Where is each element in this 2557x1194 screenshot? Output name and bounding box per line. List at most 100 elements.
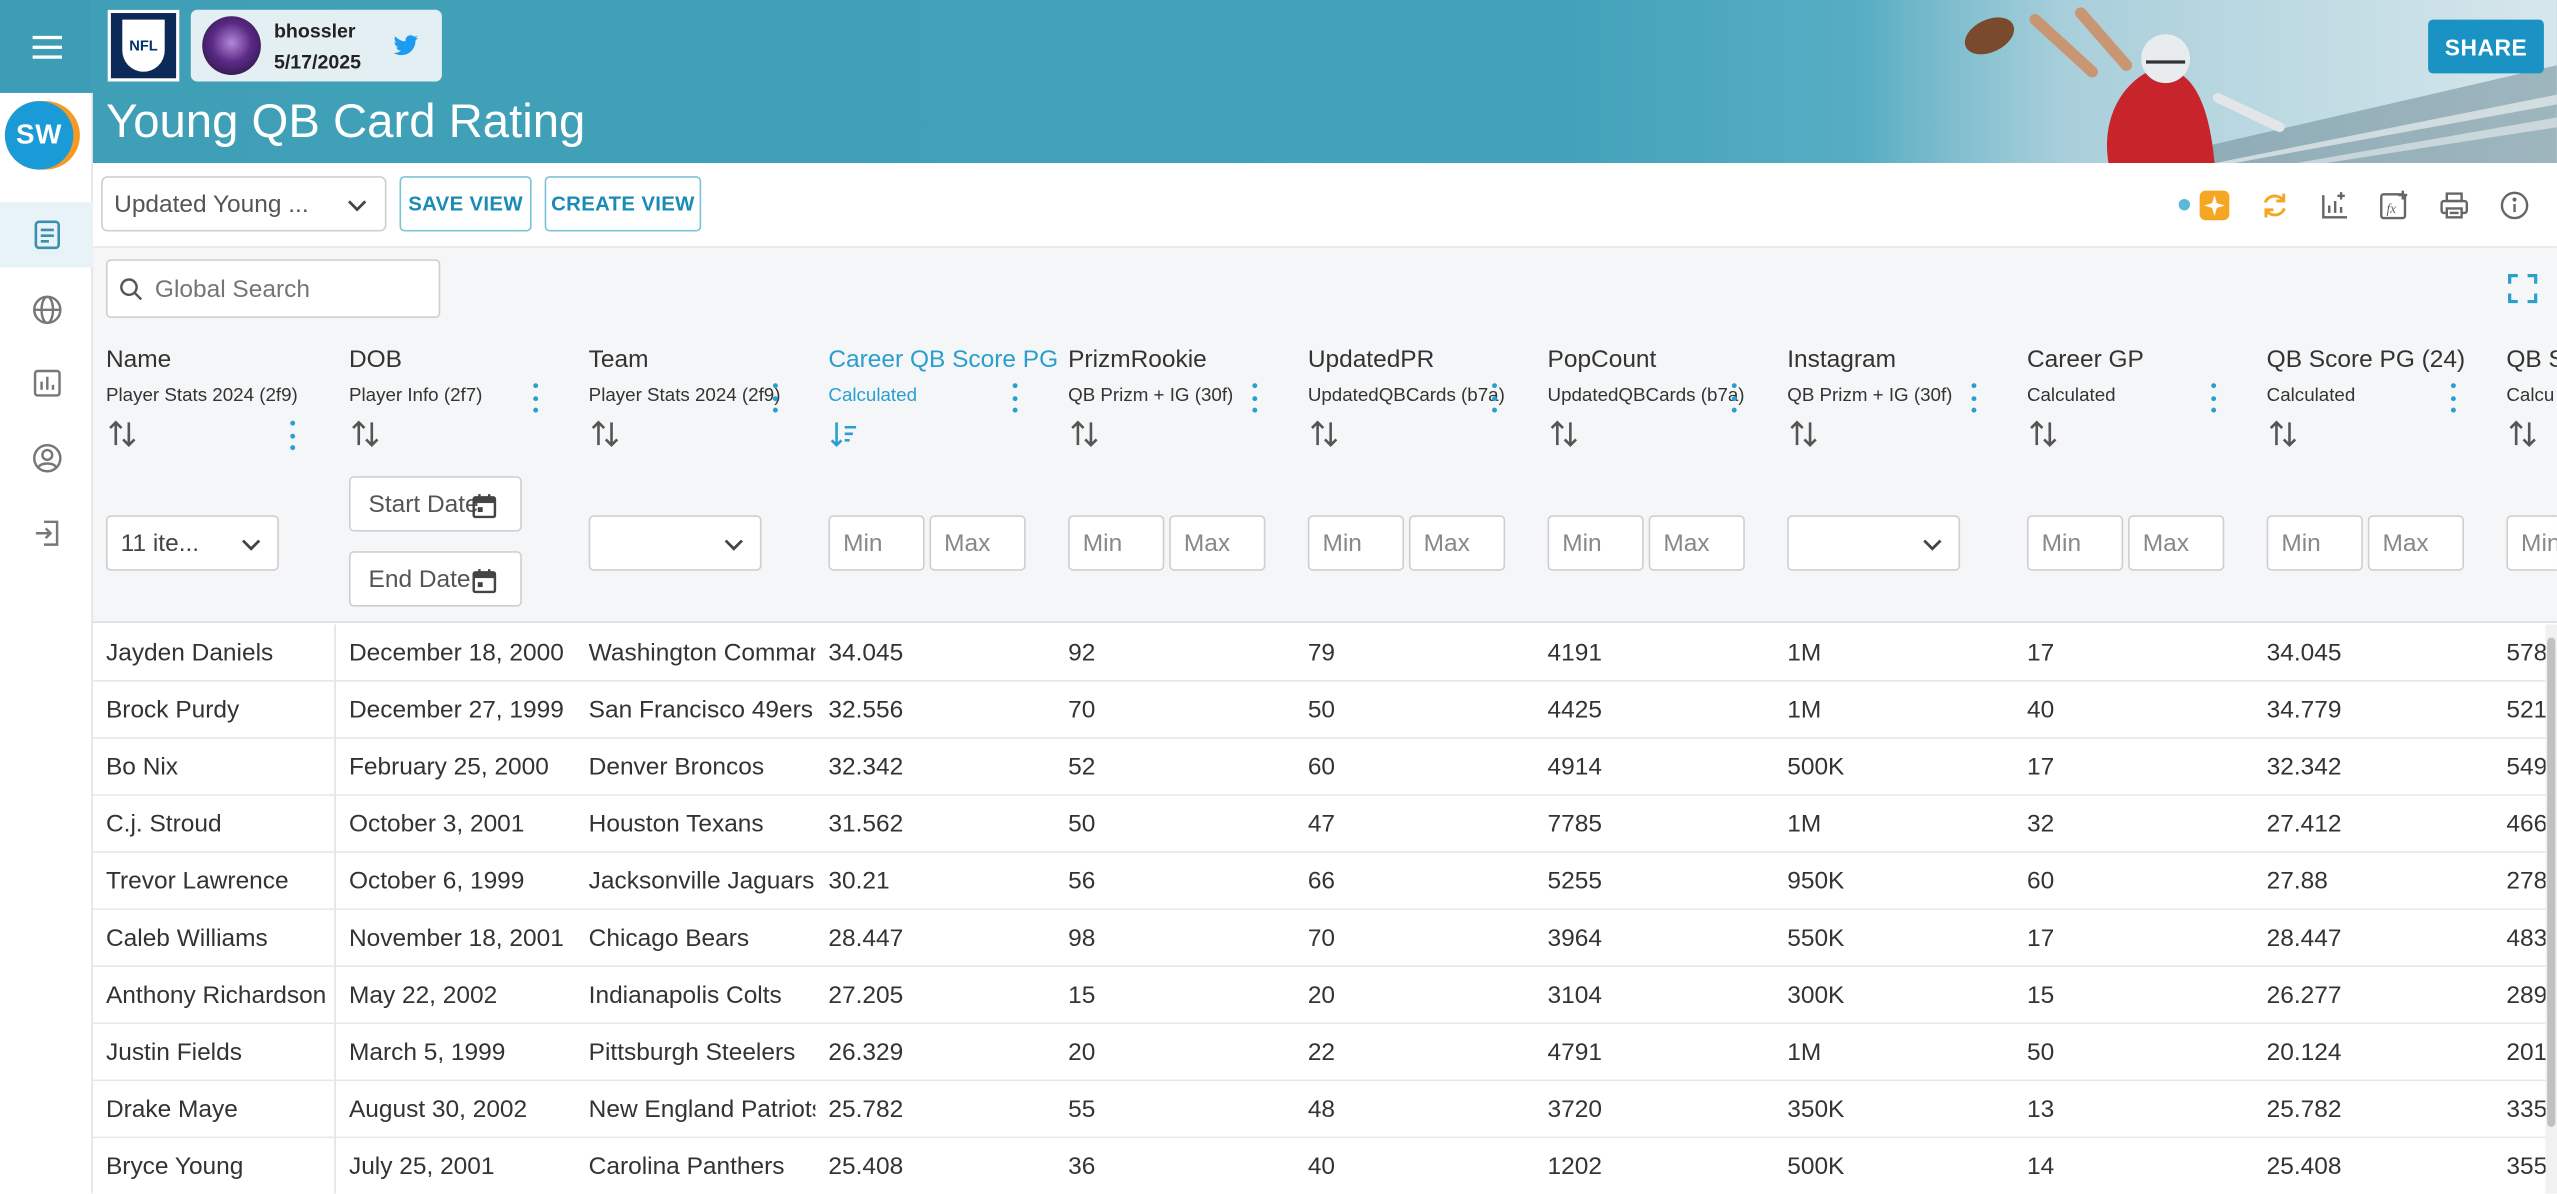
sort-icon[interactable] — [2267, 417, 2300, 450]
table-row[interactable]: Caleb Williams November 18, 2001 Chicago B… — [92, 910, 2546, 968]
team-filter-select[interactable] — [588, 515, 762, 571]
column-title[interactable]: Career GP — [2027, 346, 2144, 374]
user-card[interactable]: bhossler 5/17/2025 — [190, 9, 442, 82]
chevron-down-icon — [241, 539, 261, 551]
column-title[interactable]: UpdatedPR — [1308, 346, 1434, 374]
sort-icon[interactable] — [106, 417, 139, 450]
view-select[interactable]: Updated Young ... — [101, 176, 387, 232]
sort-icon[interactable] — [2506, 417, 2539, 450]
column-title[interactable]: Career QB Score PG — [828, 346, 1058, 374]
app-logo[interactable]: SW — [4, 101, 80, 170]
max-input[interactable]: Max — [1169, 515, 1266, 571]
start-date-field[interactable]: Start Date — [348, 476, 522, 532]
table-cell: C.j. Stroud — [105, 810, 222, 839]
create-view-button[interactable]: CREATE VIEW — [544, 176, 702, 232]
sort-icon[interactable] — [828, 417, 861, 450]
column-title[interactable]: Team — [589, 346, 649, 374]
scrollbar-thumb[interactable] — [2547, 637, 2556, 1127]
table-row[interactable]: Jayden Daniels December 18, 2000 Washingto… — [92, 625, 2546, 682]
calendar-icon[interactable] — [471, 567, 497, 594]
min-input[interactable]: Min — [2026, 515, 2124, 571]
search-input[interactable] — [154, 274, 416, 303]
table-row[interactable]: Bryce Young July 25, 2001 Carolina Panther… — [93, 1138, 2546, 1193]
sort-icon[interactable] — [1068, 417, 1101, 450]
menu-icon[interactable] — [0, 0, 93, 93]
sort-icon[interactable] — [1308, 417, 1341, 450]
max-input[interactable]: Max — [929, 515, 1026, 571]
table-cell: March 5, 1999 — [348, 1038, 506, 1067]
instagram-filter-select[interactable] — [1787, 515, 1961, 571]
column-title[interactable]: DOB — [349, 346, 402, 374]
vertical-scrollbar[interactable] — [2545, 624, 2557, 1194]
sort-icon[interactable] — [2027, 417, 2060, 450]
save-view-button[interactable]: SAVE VIEW — [399, 176, 532, 232]
column-menu-icon[interactable] — [1009, 383, 1019, 413]
sparkle-icon[interactable] — [2197, 188, 2233, 224]
table-cell: 355 — [2506, 1152, 2546, 1181]
sort-icon[interactable] — [349, 417, 382, 450]
table-cell: Indianapolis Colts — [588, 981, 782, 1010]
sort-icon[interactable] — [1548, 417, 1581, 450]
column-title[interactable]: QB S — [2506, 346, 2557, 374]
sort-icon[interactable] — [589, 417, 622, 450]
column-menu-icon[interactable] — [1729, 383, 1739, 413]
table-cell: 27.412 — [2266, 810, 2342, 839]
column-menu-icon[interactable] — [1489, 383, 1499, 413]
column-title[interactable]: QB Score PG (24) — [2267, 346, 2465, 374]
calendar-icon[interactable] — [471, 492, 497, 519]
table-row[interactable]: C.j. Stroud October 3, 2001 Houston Texans… — [92, 796, 2546, 853]
table-cell: 1M — [1787, 696, 1822, 725]
table-cell: 60 — [2026, 867, 2055, 896]
sort-icon[interactable] — [1787, 417, 1820, 450]
end-date-field[interactable]: End Date — [348, 551, 522, 607]
table-row[interactable]: Brock Purdy December 27, 1999 San Francisc… — [92, 682, 2546, 739]
column-source: Player Stats 2024 (2f9) — [105, 386, 298, 407]
table-cell: Washington Comman — [588, 639, 816, 667]
login-icon[interactable] — [0, 501, 93, 566]
column-title[interactable]: Name — [106, 346, 171, 374]
share-button[interactable]: SHARE — [2428, 19, 2544, 74]
table-row[interactable]: Bo Nix February 25, 2000 Denver Broncos 32.… — [92, 739, 2546, 796]
bar-chart-icon[interactable] — [0, 351, 93, 416]
min-input[interactable]: Min — [2506, 515, 2557, 571]
fullscreen-icon[interactable] — [2508, 273, 2538, 304]
max-input[interactable]: Max — [1648, 515, 1745, 571]
table-cell: 1M — [1787, 810, 1822, 839]
refresh-icon[interactable] — [2257, 188, 2293, 224]
column-menu-icon[interactable] — [2448, 383, 2458, 413]
min-input[interactable]: Min — [1307, 515, 1405, 571]
global-search[interactable] — [105, 259, 441, 318]
column-header: Name Player Stats 2024 (2f9) — [93, 333, 333, 622]
print-icon[interactable] — [2436, 188, 2472, 224]
table-row[interactable]: Drake Maye August 30, 2002 New England Pat… — [92, 1081, 2546, 1139]
user-date: 5/17/2025 — [273, 50, 362, 74]
column-menu-icon[interactable] — [1968, 383, 1978, 413]
column-title[interactable]: PrizmRookie — [1068, 346, 1207, 374]
add-formula-icon[interactable]: fx — [2376, 188, 2412, 224]
user-icon[interactable] — [0, 426, 93, 491]
table-cell: February 25, 2000 — [348, 753, 549, 782]
max-input[interactable]: Max — [2128, 515, 2225, 571]
column-menu-icon[interactable] — [1249, 383, 1259, 413]
table-row[interactable]: Anthony Richardson May 22, 2002 Indianapol… — [92, 967, 2546, 1025]
max-input[interactable]: Max — [2367, 515, 2464, 571]
min-input[interactable]: Min — [828, 515, 925, 571]
add-chart-icon[interactable] — [2317, 188, 2353, 224]
min-input[interactable]: Min — [1068, 515, 1165, 571]
column-menu-icon[interactable] — [530, 383, 540, 413]
min-input[interactable]: Min — [1547, 515, 1644, 571]
report-icon[interactable] — [0, 202, 93, 268]
info-icon[interactable] — [2497, 188, 2533, 224]
max-input[interactable]: Max — [1408, 515, 1506, 571]
twitter-icon[interactable] — [393, 34, 419, 57]
column-menu-icon[interactable] — [287, 420, 297, 451]
column-menu-icon[interactable] — [2208, 383, 2218, 413]
globe-icon[interactable] — [0, 277, 93, 342]
column-menu-icon[interactable] — [770, 383, 780, 413]
table-row[interactable]: Justin Fields March 5, 1999 Pittsburgh Ste… — [92, 1024, 2546, 1082]
table-row[interactable]: Trevor Lawrence October 6, 1999 Jacksonvil… — [92, 853, 2546, 910]
name-filter-select[interactable]: 11 ite... — [105, 515, 279, 571]
column-title[interactable]: Instagram — [1787, 346, 1896, 374]
min-input[interactable]: Min — [2266, 515, 2363, 571]
column-title[interactable]: PopCount — [1548, 346, 1657, 374]
